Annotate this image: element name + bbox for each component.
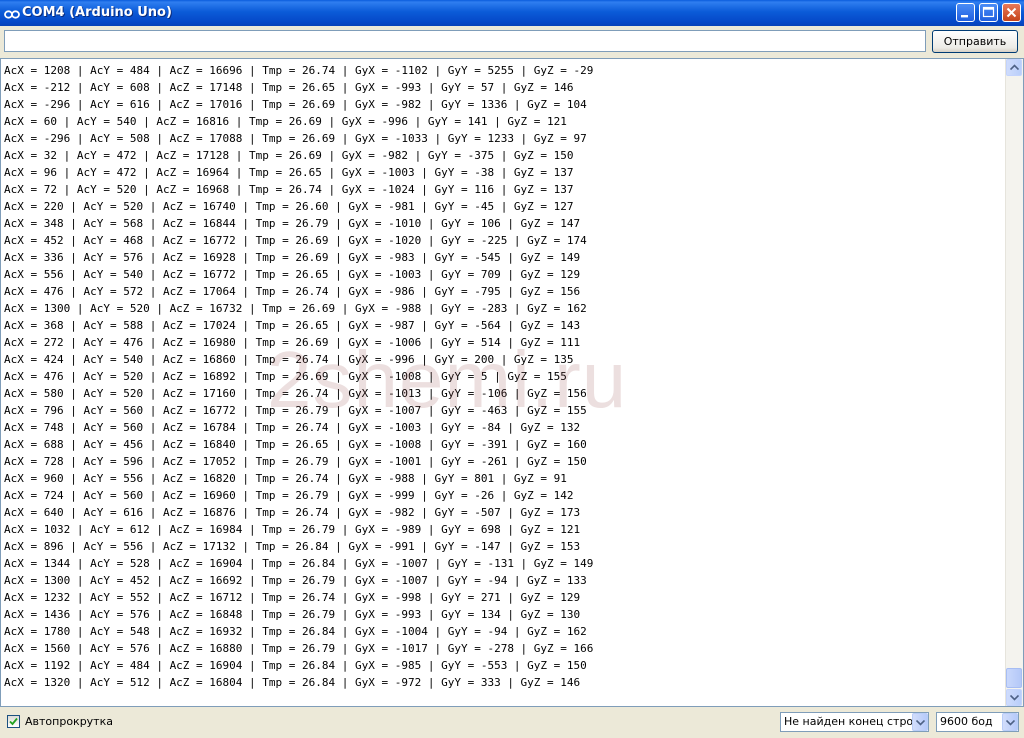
output-line: AcX = 1344 | AcY = 528 | AcZ = 16904 | T…: [4, 557, 594, 570]
scroll-thumb[interactable]: [1006, 668, 1022, 688]
output-line: AcX = 476 | AcY = 520 | AcZ = 16892 | Tm…: [4, 370, 567, 383]
output-line: AcX = 424 | AcY = 540 | AcZ = 16860 | Tm…: [4, 353, 574, 366]
output-line: AcX = 728 | AcY = 596 | AcZ = 17052 | Tm…: [4, 455, 587, 468]
serial-output[interactable]: AcX = 1208 | AcY = 484 | AcZ = 16696 | T…: [0, 58, 1024, 707]
close-button[interactable]: [1002, 3, 1021, 22]
send-row: Отправить: [0, 26, 1024, 58]
chevron-down-icon: [916, 720, 925, 726]
line-ending-select[interactable]: Не найден конец строки: [780, 712, 929, 732]
autoscroll-checkbox[interactable]: [7, 715, 20, 728]
output-line: AcX = 1320 | AcY = 512 | AcZ = 16804 | T…: [4, 676, 581, 689]
scroll-down-button[interactable]: [1006, 689, 1022, 706]
output-line: AcX = 960 | AcY = 556 | AcZ = 16820 | Tm…: [4, 472, 567, 485]
baud-rate-select[interactable]: 9600 бод: [936, 712, 1019, 732]
autoscroll-label: Автопрокрутка: [25, 715, 113, 728]
output-lines: AcX = 1208 | AcY = 484 | AcZ = 16696 | T…: [4, 62, 1004, 691]
serial-monitor-window: COM4 (Arduino Uno) Отправить AcX = 1208 …: [0, 0, 1024, 738]
close-icon: [1006, 7, 1017, 18]
output-line: AcX = -296 | AcY = 616 | AcZ = 17016 | T…: [4, 98, 587, 111]
maximize-icon: [982, 6, 995, 18]
output-line: AcX = 1780 | AcY = 548 | AcZ = 16932 | T…: [4, 625, 587, 638]
arrow-down-icon: [1010, 694, 1019, 701]
output-line: AcX = -296 | AcY = 508 | AcZ = 17088 | T…: [4, 132, 587, 145]
line-ending-dropdown-button[interactable]: [912, 713, 928, 731]
output-line: AcX = 72 | AcY = 520 | AcZ = 16968 | Tmp…: [4, 183, 574, 196]
output-line: AcX = 896 | AcY = 556 | AcZ = 17132 | Tm…: [4, 540, 581, 553]
arrow-up-icon: [1010, 64, 1019, 71]
output-line: AcX = 556 | AcY = 540 | AcZ = 16772 | Tm…: [4, 268, 581, 281]
output-line: AcX = 640 | AcY = 616 | AcZ = 16876 | Tm…: [4, 506, 581, 519]
output-line: AcX = 336 | AcY = 576 | AcZ = 16928 | Tm…: [4, 251, 581, 264]
output-line: AcX = 348 | AcY = 568 | AcZ = 16844 | Tm…: [4, 217, 581, 230]
baud-rate-dropdown-button[interactable]: [1002, 713, 1018, 731]
title-bar[interactable]: COM4 (Arduino Uno): [0, 0, 1024, 26]
window-title: COM4 (Arduino Uno): [22, 5, 172, 20]
output-line: AcX = 220 | AcY = 520 | AcZ = 16740 | Tm…: [4, 200, 574, 213]
output-line: AcX = 32 | AcY = 472 | AcZ = 17128 | Tmp…: [4, 149, 574, 162]
chevron-down-icon: [1006, 720, 1015, 726]
output-line: AcX = 1436 | AcY = 576 | AcZ = 16848 | T…: [4, 608, 581, 621]
output-line: AcX = 1560 | AcY = 576 | AcZ = 16880 | T…: [4, 642, 594, 655]
output-line: AcX = 580 | AcY = 520 | AcZ = 17160 | Tm…: [4, 387, 587, 400]
send-button[interactable]: Отправить: [932, 30, 1018, 53]
checkmark-icon: [9, 717, 18, 726]
output-line: AcX = 1192 | AcY = 484 | AcZ = 16904 | T…: [4, 659, 587, 672]
scroll-up-button[interactable]: [1006, 59, 1022, 76]
output-line: AcX = 452 | AcY = 468 | AcZ = 16772 | Tm…: [4, 234, 587, 247]
output-line: AcX = 1232 | AcY = 552 | AcZ = 16712 | T…: [4, 591, 581, 604]
output-line: AcX = 724 | AcY = 560 | AcZ = 16960 | Tm…: [4, 489, 574, 502]
output-line: AcX = 1032 | AcY = 612 | AcZ = 16984 | T…: [4, 523, 581, 536]
autoscroll-toggle[interactable]: Автопрокрутка: [7, 715, 113, 728]
minimize-icon: [961, 15, 968, 18]
output-line: AcX = 272 | AcY = 476 | AcZ = 16980 | Tm…: [4, 336, 581, 349]
output-line: AcX = 796 | AcY = 560 | AcZ = 16772 | Tm…: [4, 404, 587, 417]
minimize-button[interactable]: [956, 3, 975, 22]
output-line: AcX = -212 | AcY = 608 | AcZ = 17148 | T…: [4, 81, 574, 94]
output-line: AcX = 1208 | AcY = 484 | AcZ = 16696 | T…: [4, 64, 594, 77]
output-line: AcX = 688 | AcY = 456 | AcZ = 16840 | Tm…: [4, 438, 587, 451]
output-line: AcX = 748 | AcY = 560 | AcZ = 16784 | Tm…: [4, 421, 581, 434]
vertical-scrollbar[interactable]: [1005, 59, 1023, 706]
output-line: AcX = 368 | AcY = 588 | AcZ = 17024 | Tm…: [4, 319, 581, 332]
output-line: AcX = 1300 | AcY = 452 | AcZ = 16692 | T…: [4, 574, 587, 587]
output-line: AcX = 1300 | AcY = 520 | AcZ = 16732 | T…: [4, 302, 587, 315]
bottom-bar: Автопрокрутка Не найден конец строки 960…: [0, 707, 1024, 738]
output-line: AcX = 96 | AcY = 472 | AcZ = 16964 | Tmp…: [4, 166, 574, 179]
output-line: AcX = 60 | AcY = 540 | AcZ = 16816 | Tmp…: [4, 115, 567, 128]
maximize-button[interactable]: [979, 3, 998, 22]
line-ending-value: Не найден конец строки: [784, 715, 927, 728]
arduino-infinity-icon: [4, 6, 20, 19]
send-input[interactable]: [4, 30, 926, 52]
output-line: AcX = 476 | AcY = 572 | AcZ = 17064 | Tm…: [4, 285, 581, 298]
baud-rate-value: 9600 бод: [940, 715, 993, 728]
